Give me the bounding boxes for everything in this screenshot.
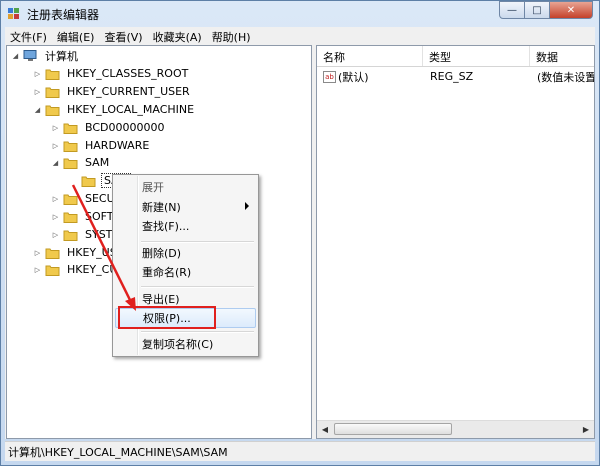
menu-item-label: 新建(N) — [142, 201, 181, 214]
menu-item-label: 复制项名称(C) — [142, 338, 214, 351]
maximize-button[interactable]: □ — [525, 1, 550, 19]
menu-view[interactable]: 查看(V) — [99, 27, 147, 45]
collapsed-arrow-icon[interactable]: ▷ — [51, 208, 60, 225]
menu-item-new[interactable]: 新建(N) — [115, 197, 256, 217]
menu-item-find[interactable]: 查找(F)... — [115, 216, 256, 236]
tree-label: BCD00000000 — [85, 121, 165, 134]
menu-file[interactable]: 文件(F) — [5, 27, 52, 45]
tree-item-bcd[interactable]: ▷ BCD00000000 — [51, 119, 167, 136]
folder-icon — [45, 87, 60, 98]
folder-icon — [45, 265, 60, 276]
value-row[interactable]: ab (默认) REG_SZ (数值未设置) — [317, 68, 595, 85]
collapsed-arrow-icon[interactable]: ▷ — [33, 83, 42, 100]
menu-item-expand[interactable]: 展开 — [115, 177, 256, 197]
tree-item-hkcu[interactable]: ▷ HKEY_CURRENT_USER — [33, 83, 192, 100]
menu-item-label: 展开 — [142, 181, 164, 194]
value-data: (数值未设置) — [537, 70, 595, 84]
column-header-name[interactable]: 名称 — [317, 46, 423, 66]
menu-item-label: 删除(D) — [142, 247, 182, 260]
annotation-highlight-box — [118, 306, 216, 329]
registry-editor-icon — [8, 8, 19, 19]
menu-help[interactable]: 帮助(H) — [207, 27, 256, 45]
expanded-arrow-icon[interactable]: ◢ — [51, 154, 60, 171]
folder-icon — [63, 123, 78, 134]
window-title: 注册表编辑器 — [27, 8, 100, 22]
tree-label: HARDWARE — [85, 139, 150, 152]
expanded-arrow-icon[interactable]: ◢ — [33, 101, 42, 118]
menu-item-label: 导出(E) — [142, 293, 180, 306]
list-header: 名称 类型 数据 — [317, 46, 594, 67]
expanded-arrow-icon[interactable]: ◢ — [11, 47, 20, 64]
tree-label: HKEY_CURRENT_USER — [67, 85, 190, 98]
value-name: (默认) — [338, 70, 369, 84]
tree-item-hardware[interactable]: ▷ HARDWARE — [51, 137, 151, 154]
menu-item-label: 查找(F)... — [142, 220, 190, 233]
menu-edit[interactable]: 编辑(E) — [52, 27, 100, 45]
computer-icon — [23, 49, 37, 61]
menu-item-rename[interactable]: 重命名(R) — [115, 262, 256, 282]
scroll-left-icon[interactable]: ◀ — [317, 421, 333, 438]
title-bar[interactable]: 注册表编辑器 — □ ✕ — [1, 1, 599, 25]
context-menu: 展开 新建(N) 查找(F)... 删除(D) 重命名(R) 导出(E) 权限(… — [112, 174, 259, 357]
menu-item-copy-key-name[interactable]: 复制项名称(C) — [115, 334, 256, 354]
folder-icon — [45, 248, 60, 259]
minimize-icon: — — [507, 4, 517, 16]
tree-item-hkcr[interactable]: ▷ HKEY_CLASSES_ROOT — [33, 65, 190, 82]
folder-icon — [45, 69, 60, 80]
collapsed-arrow-icon[interactable]: ▷ — [33, 244, 42, 261]
collapsed-arrow-icon[interactable]: ▷ — [51, 226, 60, 243]
no-arrow — [69, 172, 78, 189]
scrollbar-thumb[interactable] — [334, 423, 452, 435]
collapsed-arrow-icon[interactable]: ▷ — [51, 190, 60, 207]
submenu-arrow-icon — [245, 202, 249, 210]
value-type: REG_SZ — [430, 70, 474, 83]
folder-icon — [81, 176, 96, 187]
folder-open-icon — [63, 158, 78, 169]
folder-icon — [63, 141, 78, 152]
collapsed-arrow-icon[interactable]: ▷ — [51, 119, 60, 136]
tree-label: HKEY_CLASSES_ROOT — [67, 67, 189, 80]
horizontal-scrollbar[interactable]: ◀ ▶ — [317, 420, 594, 438]
menu-bar: 文件(F) 编辑(E) 查看(V) 收藏夹(A) 帮助(H) — [5, 27, 595, 45]
tree-label: 计算机 — [45, 49, 78, 63]
folder-open-icon — [45, 105, 60, 116]
column-header-type[interactable]: 类型 — [423, 46, 530, 66]
close-icon: ✕ — [566, 4, 576, 16]
close-button[interactable]: ✕ — [550, 1, 593, 19]
collapsed-arrow-icon[interactable]: ▷ — [33, 261, 42, 278]
menu-item-delete[interactable]: 删除(D) — [115, 243, 256, 263]
menu-separator — [141, 331, 254, 333]
maximize-icon: □ — [532, 4, 542, 16]
status-bar: 计算机\HKEY_LOCAL_MACHINE\SAM\SAM — [5, 441, 595, 461]
collapsed-arrow-icon[interactable]: ▷ — [33, 65, 42, 82]
collapsed-arrow-icon[interactable]: ▷ — [51, 137, 60, 154]
status-path: 计算机\HKEY_LOCAL_MACHINE\SAM\SAM — [8, 445, 228, 459]
column-header-data[interactable]: 数据 — [530, 46, 594, 66]
registry-editor-window: 注册表编辑器 — □ ✕ 文件(F) 编辑(E) 查看(V) 收藏夹(A) 帮助… — [0, 0, 600, 466]
folder-icon — [63, 194, 78, 205]
scroll-right-icon[interactable]: ▶ — [578, 421, 594, 438]
folder-icon — [63, 230, 78, 241]
tree-label: HKEY_LOCAL_MACHINE — [67, 103, 195, 116]
tree-item-sam[interactable]: ◢ SAM — [51, 154, 111, 171]
string-value-icon: ab — [323, 70, 336, 83]
values-list-pane[interactable]: 名称 类型 数据 ab (默认) REG_SZ (数值未设置) ◀ ▶ — [316, 45, 595, 439]
tree-item-computer[interactable]: ◢ 计算机 — [11, 47, 80, 64]
menu-item-label: 重命名(R) — [142, 266, 192, 279]
menu-separator — [141, 286, 254, 288]
tree-item-hklm[interactable]: ◢ HKEY_LOCAL_MACHINE — [33, 101, 196, 118]
minimize-button[interactable]: — — [499, 1, 525, 19]
folder-icon — [63, 212, 78, 223]
tree-label: SAM — [85, 156, 110, 169]
menu-favorites[interactable]: 收藏夹(A) — [148, 27, 207, 45]
